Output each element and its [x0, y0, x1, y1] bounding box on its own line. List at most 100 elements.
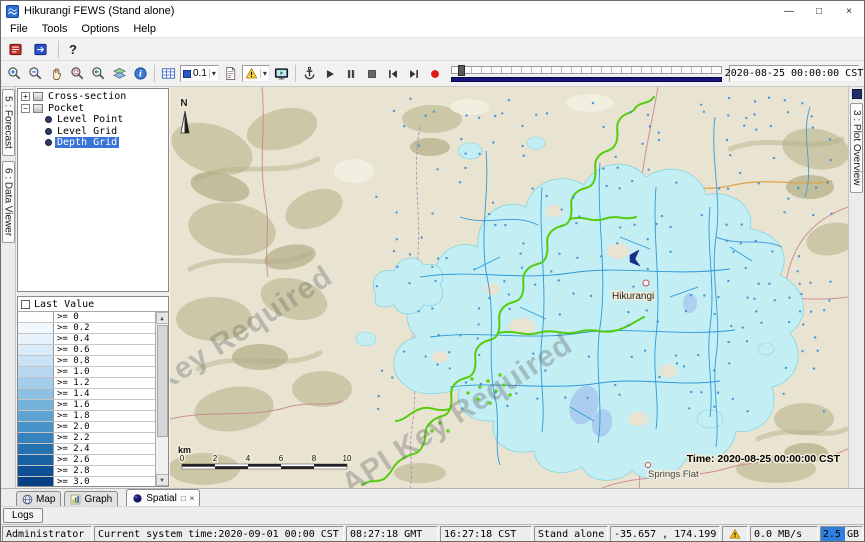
animation-display-button[interactable]: [271, 64, 292, 84]
legend-swatch: [18, 422, 54, 432]
play-button[interactable]: [320, 64, 341, 84]
collapse-icon[interactable]: −: [21, 104, 30, 113]
timeline-groove[interactable]: [451, 66, 722, 74]
map-canvas[interactable]: API Key Required API Key Required N km 0…: [170, 87, 848, 488]
timeline-period-bar: [451, 77, 722, 82]
layer-tree: + Cross-section − Pocket Level Point Lev…: [17, 88, 169, 292]
minimize-button[interactable]: —: [774, 1, 804, 21]
globe-icon: [22, 494, 33, 505]
tree-row[interactable]: − Pocket: [18, 103, 168, 115]
scroll-thumb[interactable]: [157, 325, 168, 437]
legend-row: >= 2.2: [18, 433, 155, 444]
status-system-time: Current system time:2020-09-01 00:00 CST: [94, 526, 344, 542]
legend-swatch: [18, 477, 54, 486]
legend-panel: Last Value >= 0 >= 0.2 >= 0.4 >= 0.6 >= …: [17, 296, 169, 487]
hikurangi-town-marker[interactable]: [643, 280, 649, 286]
menu-tools[interactable]: Tools: [35, 23, 75, 35]
expand-icon[interactable]: +: [21, 92, 30, 101]
go-last-button[interactable]: [404, 64, 425, 84]
logs-button[interactable]: Logs: [3, 508, 43, 523]
scroll-down-icon[interactable]: ▼: [156, 474, 169, 486]
stop-button[interactable]: [362, 64, 383, 84]
status-download-rate: 0.0 MB/s: [750, 526, 818, 542]
status-gmt-time: 08:27:18 GMT: [346, 526, 438, 542]
info-icon[interactable]: i: [130, 64, 151, 84]
zoom-previous-button[interactable]: [88, 64, 109, 84]
springs-flat-town-marker[interactable]: [646, 463, 651, 468]
svg-text:4: 4: [246, 454, 251, 463]
legend-row: >= 1.2: [18, 378, 155, 389]
status-bar: Administrator Current system time:2020-0…: [1, 524, 864, 542]
window-title: Hikurangi FEWS (Stand alone): [24, 5, 174, 17]
maximize-button[interactable]: □: [804, 1, 834, 21]
legend-row: >= 0.4: [18, 334, 155, 345]
tab-spatial[interactable]: Spatial □ ×: [126, 489, 200, 506]
chart-icon: [70, 494, 81, 505]
grid-display-button[interactable]: [158, 64, 179, 84]
legend-swatch: [18, 389, 54, 399]
chevron-down-icon: ▾: [260, 69, 267, 78]
close-button[interactable]: ×: [834, 1, 864, 21]
legend-swatch: [18, 378, 54, 388]
status-local-time: 16:27:18 CST: [440, 526, 532, 542]
timeline-thumb[interactable]: [458, 65, 465, 76]
folder-icon: [33, 92, 43, 101]
legend-swatch: [18, 400, 54, 410]
menu-file[interactable]: File: [3, 23, 35, 35]
legend-row: >= 0.6: [18, 345, 155, 356]
status-coordinates: -35.657 , 174.199: [610, 526, 720, 542]
menu-options[interactable]: Options: [74, 23, 126, 35]
sphere-icon: [132, 493, 143, 504]
legend-header: Last Value: [18, 297, 168, 312]
svg-text:10: 10: [343, 454, 352, 463]
close-tab-icon[interactable]: ×: [190, 494, 195, 503]
menu-help[interactable]: Help: [126, 23, 163, 35]
legend-row: >= 0.2: [18, 323, 155, 334]
tree-row[interactable]: + Cross-section: [18, 91, 168, 103]
tab-data-viewer[interactable]: 6 : Data Viewer: [2, 161, 15, 243]
status-user: Administrator: [2, 526, 92, 542]
springs-flat-label: Springs Flat: [648, 469, 699, 480]
anchor-export-button[interactable]: [299, 64, 320, 84]
last-value-checkbox[interactable]: [21, 300, 30, 309]
warning-dropdown[interactable]: ▾: [242, 65, 270, 82]
pan-hand-icon[interactable]: [46, 64, 67, 84]
zoom-box-button[interactable]: [67, 64, 88, 84]
go-first-button[interactable]: [383, 64, 404, 84]
legend-row: >= 3.0: [18, 477, 155, 486]
tree-row-selected[interactable]: Depth Grid: [18, 137, 168, 149]
tab-forecast[interactable]: 5 : Forecast: [2, 89, 15, 156]
main-toolbar: ?: [1, 38, 864, 61]
hikurangi-label: Hikurangi: [612, 291, 654, 302]
warning-icon: [729, 528, 741, 540]
tab-graph[interactable]: Graph: [64, 491, 118, 506]
zoom-out-button[interactable]: [25, 64, 46, 84]
map-view[interactable]: API Key Required API Key Required N km 0…: [170, 87, 848, 488]
pause-button[interactable]: [341, 64, 362, 84]
zoom-in-button[interactable]: [4, 64, 25, 84]
legend-swatch: [18, 466, 54, 476]
timeline-slider[interactable]: [451, 65, 722, 83]
layers-icon[interactable]: [109, 64, 130, 84]
right-tab-strip: 3 : Plot Overview: [848, 87, 864, 488]
folder-icon: [33, 104, 43, 113]
record-button[interactable]: [425, 64, 446, 84]
tree-row[interactable]: Level Grid: [18, 126, 168, 138]
float-tab-icon[interactable]: □: [181, 494, 186, 503]
legend-swatch: [18, 356, 54, 366]
tab-map[interactable]: Map: [16, 491, 61, 506]
database-icon[interactable]: [5, 39, 26, 59]
tree-row[interactable]: Level Point: [18, 114, 168, 126]
legend-swatch: [18, 411, 54, 421]
scroll-up-icon[interactable]: ▲: [156, 312, 169, 324]
profile-document-button[interactable]: [220, 64, 241, 84]
pin-icon[interactable]: [852, 89, 862, 99]
status-mode: Stand alone: [534, 526, 608, 542]
legend-scrollbar[interactable]: ▲ ▼: [155, 312, 168, 486]
current-time-display[interactable]: 2020-08-25 00:00:00 CST: [729, 65, 859, 82]
scalar-threshold-dropdown[interactable]: 0.1 ▾: [180, 65, 219, 82]
layer-dot-icon: [45, 139, 52, 146]
help-icon[interactable]: ?: [66, 42, 80, 57]
workflow-icon[interactable]: [30, 39, 51, 59]
tab-plot-overview[interactable]: 3 : Plot Overview: [850, 103, 863, 193]
